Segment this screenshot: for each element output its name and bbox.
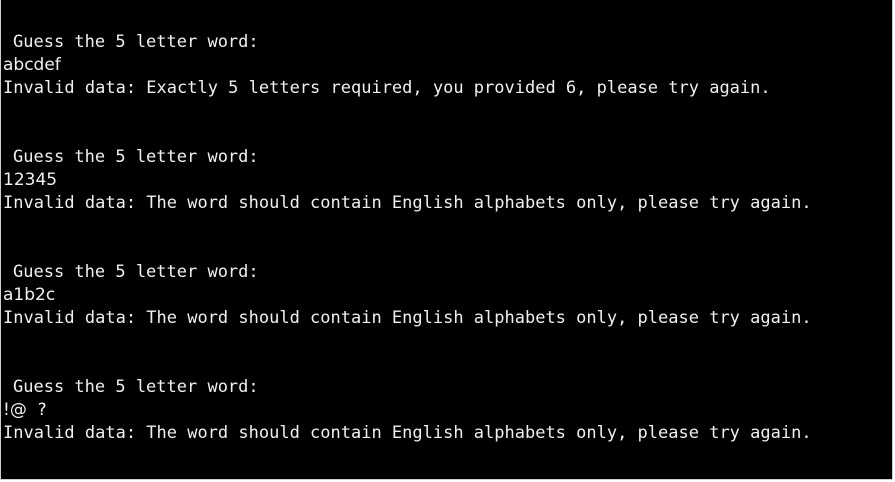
blank-lines bbox=[1, 100, 892, 146]
attempt-block: Guess the 5 letter word: a1b2c Invalid d… bbox=[1, 261, 892, 330]
blank-lines bbox=[1, 215, 892, 261]
terminal-window[interactable]: Guess the 5 letter word: abcdef Invalid … bbox=[0, 0, 893, 480]
user-input-line: a1b2c bbox=[3, 285, 56, 305]
guess-prompt: Guess the 5 letter word: bbox=[13, 32, 259, 52]
attempt-block: Guess the 5 letter word: !@ ? Invalid da… bbox=[1, 376, 892, 445]
error-message: Invalid data: The word should contain En… bbox=[3, 193, 812, 213]
user-input-line: !@ ? bbox=[3, 400, 47, 420]
guess-prompt: Guess the 5 letter word: bbox=[13, 377, 259, 397]
guess-prompt: Guess the 5 letter word: bbox=[13, 262, 259, 282]
guess-prompt: Guess the 5 letter word: bbox=[13, 147, 259, 167]
user-input-line: abcdef bbox=[3, 55, 61, 75]
error-message: Invalid data: The word should contain En… bbox=[3, 423, 812, 443]
blank-lines bbox=[1, 330, 892, 376]
error-message: Invalid data: The word should contain En… bbox=[3, 308, 812, 328]
attempt-block: Guess the 5 letter word: 12345 Invalid d… bbox=[1, 146, 892, 215]
error-message: Invalid data: Exactly 5 letters required… bbox=[3, 78, 771, 98]
user-input-line: 12345 bbox=[3, 170, 58, 190]
attempt-block: Guess the 5 letter word: abcdef Invalid … bbox=[1, 31, 892, 100]
